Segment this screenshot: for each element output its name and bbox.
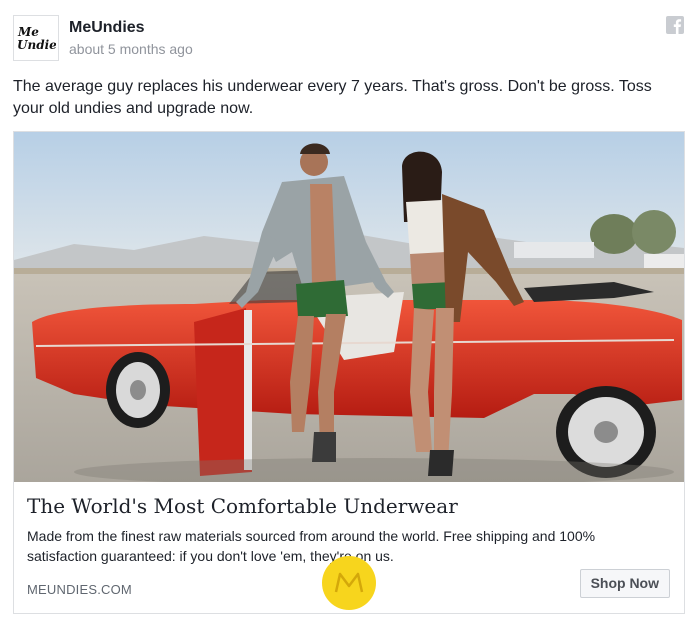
meundies-logo-icon: Me Undies [17, 25, 56, 52]
facebook-icon [666, 16, 684, 34]
post-timestamp[interactable]: about 5 months ago [69, 41, 193, 57]
ad-hero-image[interactable] [14, 132, 684, 482]
post-body-text: The average guy replaces his underwear e… [13, 78, 652, 117]
card-description: Made from the finest raw materials sourc… [27, 528, 596, 564]
m-logo-icon [322, 556, 376, 610]
card-domain: MEUNDIES.COM [27, 582, 132, 597]
shop-now-button[interactable]: Shop Now [579, 569, 670, 598]
svg-text:Undies: Undies [17, 38, 56, 52]
page-name[interactable]: MeUndies [69, 19, 145, 37]
page-logo[interactable]: Me Undies [13, 15, 59, 61]
svg-text:Me: Me [17, 25, 39, 39]
link-card[interactable]: The World's Most Comfortable Underwear M… [13, 131, 685, 614]
card-headline[interactable]: The World's Most Comfortable Underwear [27, 494, 458, 518]
